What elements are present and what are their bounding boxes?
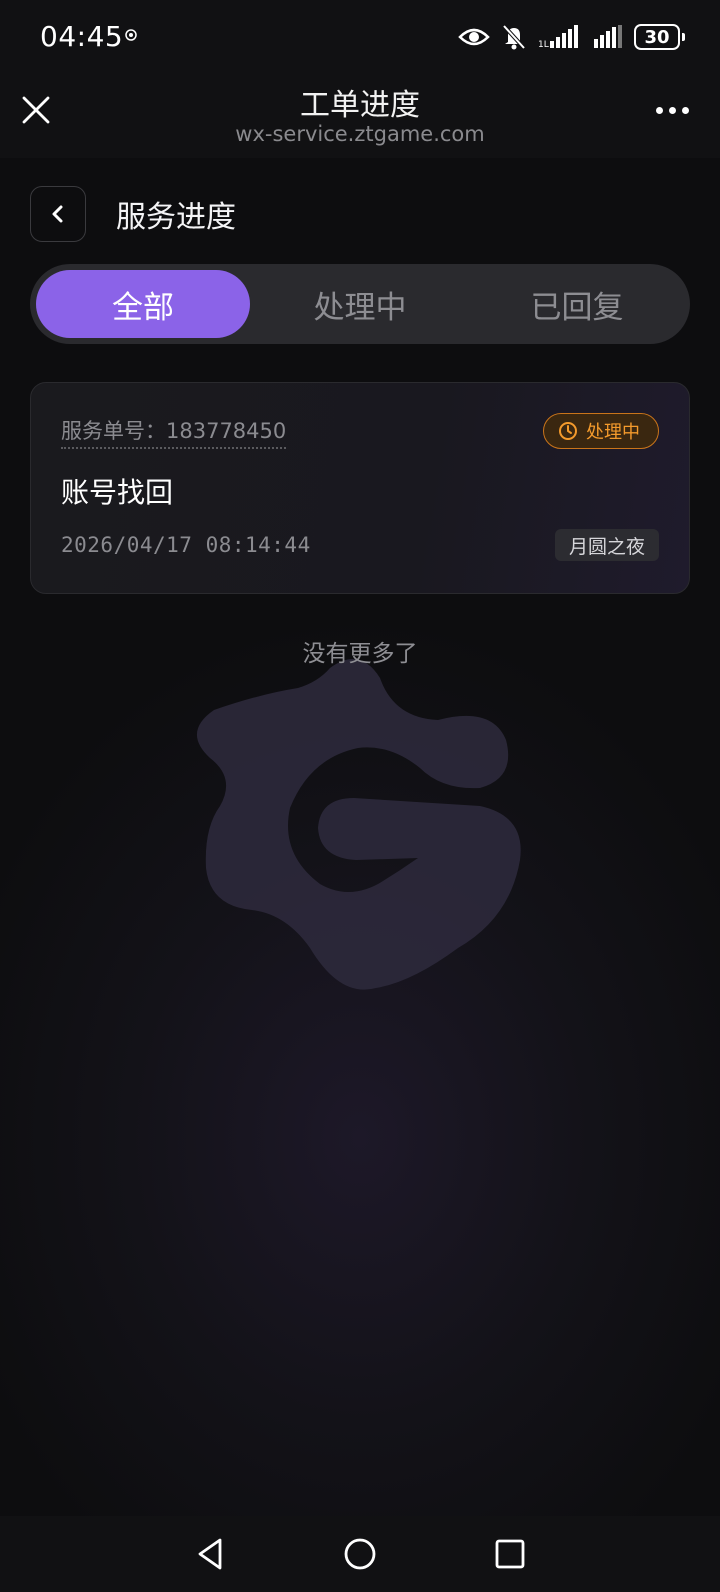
status-icons: 1L 30 bbox=[458, 22, 685, 52]
ticket-card[interactable]: 服务单号：183778450 处理中 账号找回 2026/04/17 08:14… bbox=[30, 382, 690, 594]
status-badge: 处理中 bbox=[543, 413, 659, 449]
mute-bell-icon bbox=[502, 24, 526, 50]
nav-recents-icon[interactable] bbox=[490, 1534, 530, 1574]
location-dot-icon bbox=[125, 29, 137, 41]
nav-back-icon[interactable] bbox=[190, 1534, 230, 1574]
eye-icon bbox=[458, 28, 490, 46]
ticket-id: 服务单号：183778450 bbox=[61, 415, 287, 449]
signal-1-icon: 1L bbox=[538, 25, 578, 49]
status-badge-label: 处理中 bbox=[586, 422, 640, 443]
ticket-title: 账号找回 bbox=[61, 476, 174, 509]
title-bar: 工单进度 wx-service.ztgame.com bbox=[0, 74, 720, 158]
more-dot-icon bbox=[682, 106, 689, 114]
content-area: 服务进度 全部 处理中 已回复 服务单号：183778450 处理中 账号找回 … bbox=[0, 158, 720, 1516]
webview-title: 工单进度 bbox=[300, 88, 420, 123]
page-title: 服务进度 bbox=[116, 200, 236, 235]
tab-processing[interactable]: 处理中 bbox=[253, 270, 467, 338]
status-bar: 04:45 1L 30 bbox=[0, 0, 720, 74]
back-button[interactable] bbox=[30, 186, 86, 242]
ticket-time: 2026/04/17 08:14:44 bbox=[61, 533, 311, 557]
status-time: 04:45 bbox=[40, 20, 124, 53]
tab-replied[interactable]: 已回复 bbox=[470, 270, 684, 338]
battery-icon: 30 bbox=[634, 24, 685, 50]
status-tabs: 全部 处理中 已回复 bbox=[30, 264, 690, 344]
chevron-left-icon bbox=[52, 205, 63, 223]
server-tag: 月圆之夜 bbox=[554, 529, 659, 561]
webview-url: wx-service.ztgame.com bbox=[235, 122, 485, 146]
more-dot-icon bbox=[669, 106, 676, 114]
system-nav-bar bbox=[0, 1516, 720, 1592]
svg-text:1L: 1L bbox=[538, 40, 549, 49]
list-end-text: 没有更多了 bbox=[302, 641, 418, 667]
nav-home-icon[interactable] bbox=[340, 1534, 380, 1574]
screen: 04:45 1L 30 工单进度 wx-service.ztgame.com 服… bbox=[0, 0, 720, 1592]
clock-icon bbox=[559, 422, 577, 440]
tab-all[interactable]: 全部 bbox=[36, 270, 250, 338]
signal-2-icon bbox=[594, 25, 622, 48]
more-dot-icon bbox=[656, 106, 663, 114]
more-options-button[interactable] bbox=[656, 100, 692, 120]
brand-logo-watermark bbox=[196, 659, 521, 990]
